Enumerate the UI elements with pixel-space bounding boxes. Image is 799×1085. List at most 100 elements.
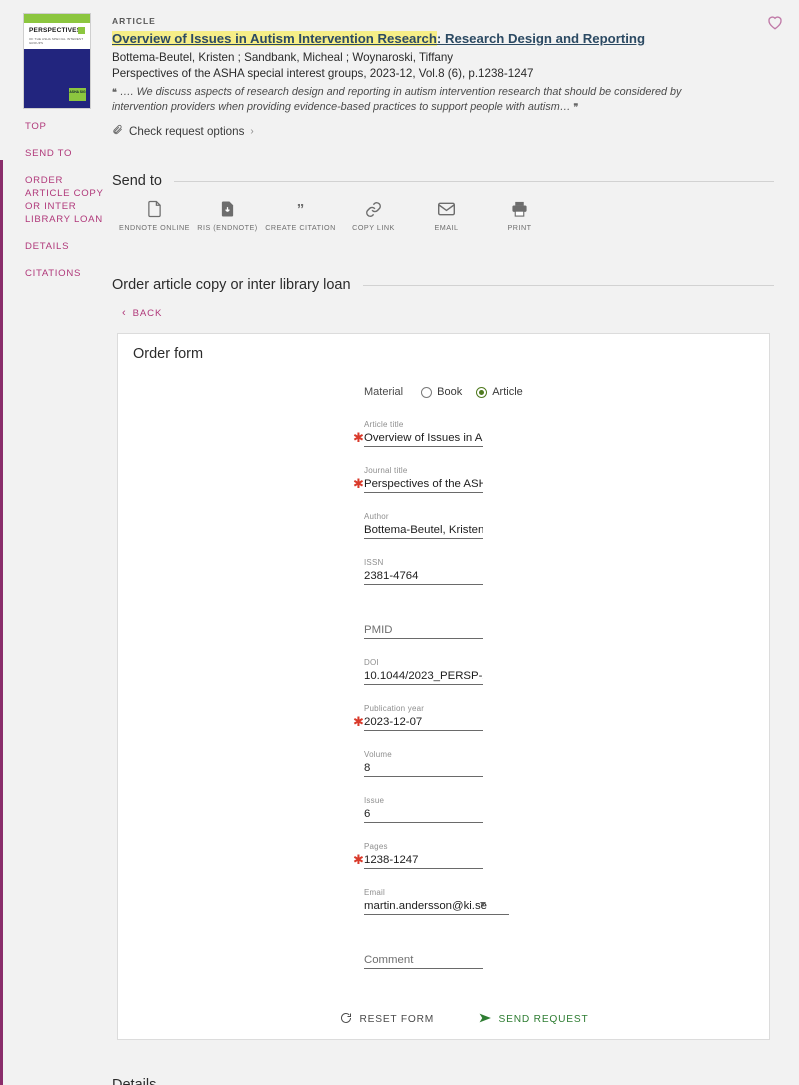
send-to-print[interactable]: PRINT <box>483 198 556 232</box>
chevron-down-icon[interactable] <box>480 902 486 906</box>
field-comment-input[interactable]: Comment <box>364 952 483 969</box>
form-actions: RESET FORM SEND REQUEST <box>118 995 771 1029</box>
radio-material-book[interactable]: Book <box>421 386 462 398</box>
field-doi-label: DOI <box>364 658 379 667</box>
field-issue: Issue 6 <box>364 795 494 823</box>
page-root: PERSPECTIVES OF THE ASHA SPECIAL INTERES… <box>0 0 799 1085</box>
field-pmid-input[interactable]: PMID <box>364 622 483 639</box>
send-to-section-header: Send to <box>112 173 774 189</box>
field-pages-input[interactable]: 1238-1247 <box>364 852 483 869</box>
field-journal-title: ✱ Journal title Perspectives of the ASH <box>353 465 494 493</box>
send-to-title: Send to <box>112 173 162 189</box>
heart-icon[interactable] <box>766 13 784 31</box>
field-issn: ISSN 2381-4764 <box>364 557 494 585</box>
field-publication-year-label: Publication year <box>364 704 425 713</box>
field-pmid: PMID <box>364 611 494 639</box>
left-accent-stripe <box>0 0 3 1085</box>
record-title-remainder: : Research Design and Reporting <box>436 31 646 46</box>
send-to-endnote-online-label: ENDNOTE ONLINE <box>119 223 190 232</box>
field-volume-input[interactable]: 8 <box>364 760 483 777</box>
details-section-title: Details <box>112 1077 157 1085</box>
sidebar-item-details[interactable]: DETAILS <box>25 240 105 253</box>
sidebar-item-top[interactable]: TOP <box>25 120 105 133</box>
cover-green-square <box>78 27 85 34</box>
radio-article-indicator <box>476 386 488 398</box>
field-author-input[interactable]: Bottema-Beutel, Kristen <box>364 522 483 539</box>
send-to-actions: ENDNOTE ONLINE RIS (ENDNOTE) ” CREATE CI… <box>118 198 556 232</box>
order-section-header: Order article copy or inter library loan <box>112 277 774 293</box>
sidebar-item-citations[interactable]: CITATIONS <box>25 267 105 280</box>
file-download-icon <box>191 198 264 220</box>
sidebar-item-order-article-copy[interactable]: ORDER ARTICLE COPY OR INTER LIBRARY LOAN <box>25 174 105 226</box>
record-snippet: ❝ …. We discuss aspects of research desi… <box>112 85 712 115</box>
link-icon <box>337 198 410 220</box>
order-section-divider <box>362 284 774 286</box>
send-request-button[interactable]: SEND REQUEST <box>479 1012 589 1027</box>
journal-cover-thumbnail[interactable]: PERSPECTIVES OF THE ASHA SPECIAL INTERES… <box>23 13 91 109</box>
send-arrow-icon <box>479 1012 492 1027</box>
field-author-label: Author <box>364 512 389 521</box>
cover-body: ASHA SIG <box>24 49 90 108</box>
record-source: Perspectives of the ASHA special interes… <box>112 67 534 80</box>
send-to-copy-link[interactable]: COPY LINK <box>337 198 410 232</box>
record-authors: Bottema-Beutel, Kristen ; Sandbank, Mich… <box>112 51 454 64</box>
field-issue-input[interactable]: 6 <box>364 806 483 823</box>
order-section-title: Order article copy or inter library loan <box>112 277 351 293</box>
send-to-create-citation[interactable]: ” CREATE CITATION <box>264 198 337 233</box>
field-issue-label: Issue <box>364 796 385 805</box>
back-label: BACK <box>132 307 163 319</box>
record-details: ARTICLE Overview of Issues in Autism Int… <box>112 16 752 138</box>
quote-open-icon: ❝ <box>112 87 117 97</box>
required-marker: ✱ <box>353 714 364 729</box>
field-article-title-label: Article title <box>364 420 404 429</box>
field-doi: DOI 10.1044/2023_PERSP-2 <box>364 657 494 685</box>
field-comment: Comment <box>364 941 494 969</box>
required-marker: ✱ <box>353 476 364 491</box>
field-pages: ✱ Pages 1238-1247 <box>353 841 494 869</box>
record-title-highlighted: Overview of Issues in Autism Interventio… <box>112 31 437 46</box>
record-title-line: Overview of Issues in Autism Interventio… <box>112 30 752 50</box>
send-to-create-citation-label: CREATE CITATION <box>265 223 336 232</box>
back-button[interactable]: ‹ BACK <box>122 307 162 319</box>
send-to-ris-endnote-label: RIS (ENDNOTE) <box>197 223 258 232</box>
field-issn-label: ISSN <box>364 558 384 567</box>
cover-title: PERSPECTIVES <box>29 27 82 34</box>
field-email-label: Email <box>364 888 386 897</box>
field-pmid-label <box>364 611 494 622</box>
field-publication-year-input[interactable]: 2023-12-07 <box>364 714 483 731</box>
record-snippet-text: …. We discuss aspects of research design… <box>112 86 682 113</box>
field-author: Author Bottema-Beutel, Kristen <box>364 511 494 539</box>
field-email: Email martin.andersson@ki.se <box>364 887 509 915</box>
send-to-endnote-online[interactable]: ENDNOTE ONLINE <box>118 198 191 232</box>
quote-close-icon: ❞ <box>573 102 579 112</box>
refresh-icon <box>340 1012 352 1027</box>
send-to-email[interactable]: EMAIL <box>410 198 483 232</box>
send-to-print-label: PRINT <box>507 223 532 232</box>
field-email-select[interactable]: martin.andersson@ki.se <box>364 898 509 915</box>
sidebar-item-send-to[interactable]: SEND TO <box>25 147 105 160</box>
field-publication-year: ✱ Publication year 2023-12-07 <box>353 703 494 731</box>
field-article-title-input[interactable]: Overview of Issues in A <box>364 430 483 447</box>
document-icon <box>118 198 191 220</box>
field-volume-label: Volume <box>364 750 392 759</box>
paperclip-icon <box>112 124 123 138</box>
send-to-email-label: EMAIL <box>434 223 459 232</box>
field-journal-title-label: Journal title <box>364 466 408 475</box>
reset-form-button[interactable]: RESET FORM <box>340 1012 434 1027</box>
radio-book-indicator <box>421 386 433 398</box>
field-volume: Volume 8 <box>364 749 494 777</box>
required-marker: ✱ <box>353 430 364 445</box>
reset-form-label: RESET FORM <box>359 1014 435 1025</box>
field-journal-title-input[interactable]: Perspectives of the ASH <box>364 476 483 493</box>
record-title-link[interactable]: Overview of Issues in Autism Interventio… <box>112 31 645 47</box>
field-pages-label: Pages <box>364 842 388 851</box>
field-issn-input[interactable]: 2381-4764 <box>364 568 483 585</box>
send-to-ris-endnote[interactable]: RIS (ENDNOTE) <box>191 198 264 232</box>
field-doi-input[interactable]: 10.1044/2023_PERSP-2 <box>364 668 483 685</box>
check-request-options-link[interactable]: Check request options › <box>112 124 752 138</box>
section-navigation-sidebar: TOP SEND TO ORDER ARTICLE COPY OR INTER … <box>25 120 105 294</box>
field-comment-label <box>364 941 494 952</box>
radio-material-article[interactable]: Article <box>476 386 523 398</box>
check-request-options-label: Check request options <box>129 124 245 138</box>
record-type-label: ARTICLE <box>112 16 156 26</box>
